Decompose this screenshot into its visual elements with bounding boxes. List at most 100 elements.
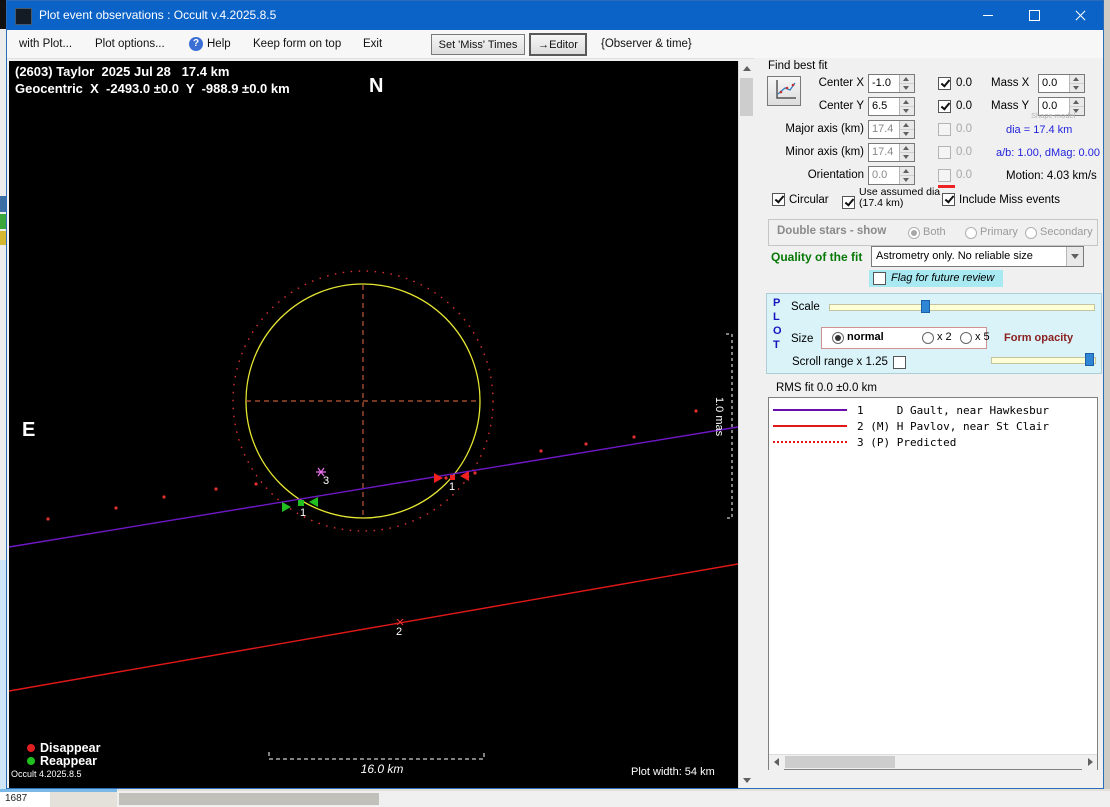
scroll-down-button[interactable] — [739, 772, 755, 788]
form-opacity-slider-thumb[interactable] — [1085, 353, 1094, 366]
double-stars-both-radio[interactable] — [908, 227, 920, 239]
mass-x-spinner[interactable]: 0.0 — [1038, 74, 1085, 93]
minor-axis-spin-buttons[interactable] — [899, 144, 914, 161]
center-x-value[interactable]: -1.0 — [869, 75, 899, 92]
title-bar[interactable]: Plot event observations : Occult v.4.202… — [7, 1, 1103, 30]
use-assumed-dia-label: Use assumed dia (17.4 km) — [859, 186, 941, 209]
center-x-fix-checkbox[interactable] — [938, 77, 951, 90]
east-label: E — [22, 419, 36, 441]
chord3-entry: 3 (P) Predicted — [857, 435, 957, 449]
scroll-right-button[interactable] — [1082, 755, 1097, 770]
spin-up-button[interactable] — [900, 98, 914, 107]
spin-down-button[interactable] — [900, 153, 914, 161]
plot-word-t: T — [773, 339, 780, 351]
spin-down-icon — [903, 132, 909, 136]
list-item[interactable]: 1 D Gault, near Hawkesbur — [773, 402, 1049, 418]
spin-up-button[interactable] — [900, 144, 914, 153]
center-y-value[interactable]: 6.5 — [869, 98, 899, 115]
major-axis-value[interactable]: 17.4 — [869, 121, 899, 138]
center-y-spinner[interactable]: 6.5 — [868, 97, 915, 116]
spin-down-icon — [903, 178, 909, 182]
spin-down-button[interactable] — [900, 84, 914, 92]
background-scroll-thumb[interactable] — [119, 793, 379, 805]
spin-down-button[interactable] — [900, 176, 914, 184]
orientation-spin-buttons[interactable] — [899, 167, 914, 184]
mass-x-spin-buttons[interactable] — [1069, 75, 1084, 92]
mass-x-label: Mass X — [991, 77, 1030, 89]
listbox-horizontal-scrollbar[interactable] — [769, 754, 1097, 770]
minor-axis-value[interactable]: 17.4 — [869, 144, 899, 161]
scroll-up-button[interactable] — [739, 61, 755, 77]
minor-axis-fix-checkbox[interactable] — [938, 146, 951, 159]
circular-checkbox[interactable] — [772, 193, 785, 206]
background-horizontal-scrollbar[interactable] — [117, 791, 1110, 807]
vertical-scroll-thumb[interactable] — [740, 78, 753, 116]
major-axis-spinner[interactable]: 17.4 — [868, 120, 915, 139]
scroll-range-checkbox[interactable] — [893, 356, 906, 369]
orientation-value[interactable]: 0.0 — [869, 167, 899, 184]
spin-down-button[interactable] — [900, 130, 914, 138]
minor-axis-spinner[interactable]: 17.4 — [868, 143, 915, 162]
scale-slider[interactable] — [829, 300, 1095, 314]
scale-bar-label: 16.0 km — [360, 762, 404, 776]
center-y-fix-checkbox[interactable] — [938, 100, 951, 113]
size-x5-radio[interactable] — [960, 332, 972, 344]
major-axis-spin-buttons[interactable] — [899, 121, 914, 138]
spin-up-button[interactable] — [1070, 75, 1084, 84]
plot-version-label: Occult 4.2025.8.5 — [11, 769, 82, 779]
center-x-spin-buttons[interactable] — [899, 75, 914, 92]
size-normal-label: normal — [847, 331, 884, 343]
horizontal-scroll-thumb[interactable] — [785, 756, 895, 768]
form-opacity-slider[interactable] — [991, 353, 1096, 367]
plot-title-line2: Geocentric X -2493.0 ±0.0 Y -988.9 ±0.0 … — [15, 81, 290, 96]
flag-review-checkbox[interactable] — [873, 272, 886, 285]
scale-slider-thumb[interactable] — [921, 300, 930, 313]
double-stars-secondary-radio[interactable] — [1025, 227, 1037, 239]
observations-listbox[interactable]: 1 D Gault, near Hawkesbur 2 (M) H Pavlov… — [768, 397, 1098, 770]
menu-keep-on-top[interactable]: Keep form on top — [249, 30, 345, 58]
set-miss-times-button[interactable]: Set 'Miss' Times — [431, 34, 525, 55]
size-x2-radio[interactable] — [922, 332, 934, 344]
list-item[interactable]: 2 (M) H Pavlov, near St Clair — [773, 418, 1049, 434]
size-normal-radio[interactable] — [832, 332, 844, 344]
spin-down-button[interactable] — [900, 107, 914, 115]
chord1-line — [9, 426, 738, 548]
spin-down-button[interactable] — [1070, 84, 1084, 92]
center-x-error-value: 0.0 — [956, 77, 972, 89]
plot-vertical-scrollbar[interactable] — [738, 61, 755, 788]
spin-up-icon — [903, 146, 909, 150]
quality-dropdown-button[interactable] — [1066, 247, 1083, 266]
double-stars-primary-radio[interactable] — [965, 227, 977, 239]
quality-combobox[interactable]: Astrometry only. No reliable size — [871, 246, 1084, 267]
orientation-fix-checkbox[interactable] — [938, 169, 951, 182]
plot-canvas[interactable] — [9, 61, 738, 788]
editor-button[interactable]: →Editor — [529, 33, 587, 56]
spin-up-icon — [903, 100, 909, 104]
spin-up-button[interactable] — [900, 75, 914, 84]
major-axis-fix-checkbox[interactable] — [938, 123, 951, 136]
menu-exit[interactable]: Exit — [359, 30, 386, 58]
close-button[interactable] — [1057, 1, 1103, 30]
maximize-button[interactable] — [1011, 1, 1057, 30]
form-opacity-slider-track[interactable] — [991, 357, 1096, 364]
use-assumed-dia-checkbox[interactable] — [842, 196, 855, 209]
center-y-spin-buttons[interactable] — [899, 98, 914, 115]
include-miss-checkbox[interactable] — [942, 193, 955, 206]
scroll-left-button[interactable] — [769, 755, 784, 770]
menu-plot-options[interactable]: Plot options... — [91, 30, 169, 58]
fit-panel: Find best fit Center X -1.0 0.0 Mass X 0… — [754, 58, 1103, 788]
orientation-spinner[interactable]: 0.0 — [868, 166, 915, 185]
major-axis-error-value: 0.0 — [956, 123, 972, 135]
menu-help[interactable]: Help — [203, 30, 235, 58]
list-item[interactable]: 3 (P) Predicted — [773, 434, 956, 450]
center-x-spinner[interactable]: -1.0 — [868, 74, 915, 93]
window-title: Plot event observations : Occult v.4.202… — [39, 8, 277, 22]
menu-with-plot[interactable]: with Plot... — [15, 30, 76, 58]
spin-up-button[interactable] — [900, 167, 914, 176]
spin-up-button[interactable] — [900, 121, 914, 130]
plot-area[interactable]: (2603) Taylor 2025 Jul 28 17.4 km Geocen… — [9, 61, 738, 788]
mass-x-value[interactable]: 0.0 — [1039, 75, 1069, 92]
minimize-button[interactable] — [965, 1, 1011, 30]
spin-up-button[interactable] — [1070, 98, 1084, 107]
scale-slider-track[interactable] — [829, 304, 1095, 311]
